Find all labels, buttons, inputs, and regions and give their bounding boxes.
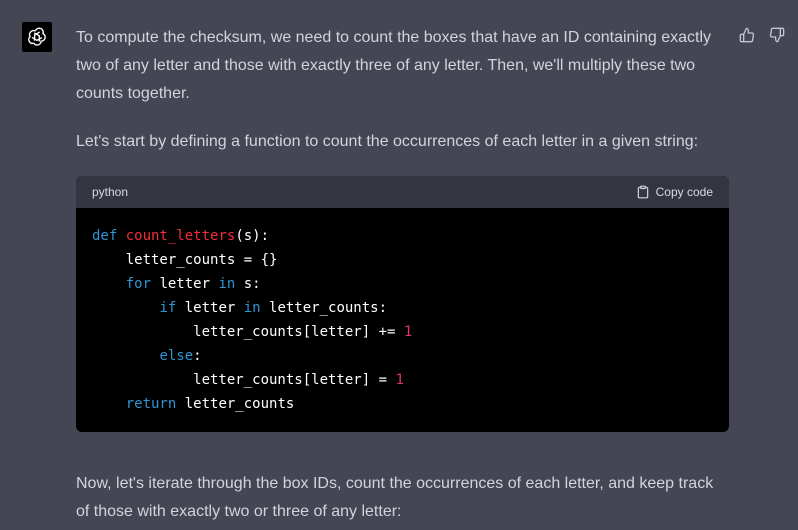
- code-token: 1: [403, 324, 413, 340]
- code-body: def count_letters(s): letter_counts = {}…: [76, 208, 729, 432]
- code-line: return letter_counts: [92, 392, 713, 416]
- assistant-message: To compute the checksum, we need to coun…: [76, 24, 729, 526]
- feedback-buttons: [738, 26, 786, 44]
- thumbs-down-icon: [769, 27, 785, 43]
- code-line: letter_counts[letter] = 1: [92, 368, 713, 392]
- code-token: in: [243, 300, 261, 316]
- code-token: letter: [151, 276, 219, 292]
- message-paragraph: Now, let's iterate through the box IDs, …: [76, 475, 714, 520]
- code-token: 1: [395, 372, 404, 388]
- code-token: else: [159, 348, 194, 364]
- assistant-avatar: [22, 22, 52, 52]
- thumbs-up-icon: [739, 27, 755, 43]
- message-paragraph: To compute the checksum, we need to coun…: [76, 29, 712, 102]
- code-token: (s):: [235, 228, 270, 244]
- code-line: for letter in s:: [92, 272, 713, 296]
- thumbs-down-button[interactable]: [768, 26, 786, 44]
- code-token: if: [159, 300, 177, 316]
- code-token: count_letters: [125, 228, 236, 244]
- copy-code-label: Copy code: [655, 185, 713, 199]
- code-header: python Copy code: [76, 176, 729, 208]
- code-line: if letter in letter_counts:: [92, 296, 713, 320]
- code-token: for: [125, 276, 152, 292]
- code-token: letter_counts:: [260, 300, 388, 316]
- code-token: letter_counts[letter] =: [92, 372, 396, 388]
- code-token: letter_counts: [176, 396, 295, 412]
- code-token: letter_counts = {}: [92, 252, 278, 268]
- code-token: letter_counts[letter] +=: [92, 324, 404, 340]
- code-block: python Copy code def count_letters(s): l…: [76, 176, 729, 432]
- thumbs-up-button[interactable]: [738, 26, 756, 44]
- code-line: else:: [92, 344, 713, 368]
- code-token: in: [218, 276, 236, 292]
- code-token: def: [92, 228, 118, 244]
- copy-code-button[interactable]: Copy code: [636, 185, 713, 199]
- message-paragraph: Let's start by defining a function to co…: [76, 133, 699, 150]
- code-line: letter_counts = {}: [92, 248, 713, 272]
- code-language-label: python: [92, 185, 129, 199]
- openai-logo-icon: [28, 27, 46, 46]
- code-token: return: [125, 396, 177, 412]
- code-token: :: [193, 348, 202, 364]
- code-token: letter: [176, 300, 244, 316]
- clipboard-icon: [637, 185, 648, 199]
- code-line: letter_counts[letter] += 1: [92, 320, 713, 344]
- code-token: s:: [235, 276, 261, 292]
- code-line: def count_letters(s):: [92, 224, 713, 248]
